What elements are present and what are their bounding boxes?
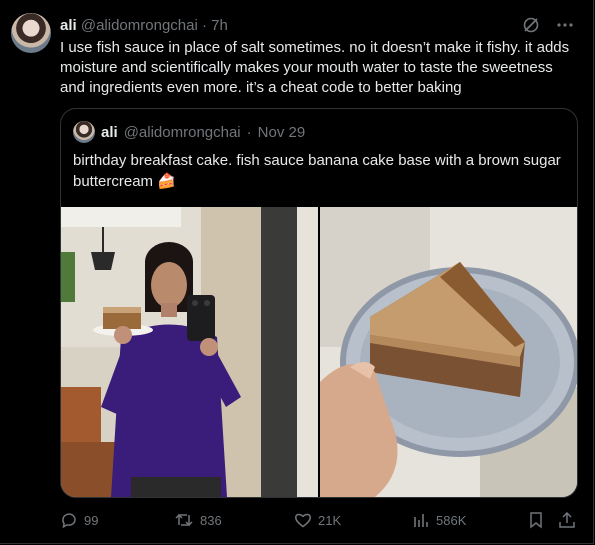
more-icon[interactable] [555, 14, 575, 36]
bookmark-icon [530, 512, 542, 529]
repost-icon [175, 513, 193, 527]
bookmark-button[interactable] [528, 508, 544, 532]
action-bar: 99 836 21K 586K [60, 508, 580, 532]
views-button[interactable]: 586K [412, 508, 466, 532]
author-handle[interactable]: @alidomrongchai [81, 17, 198, 34]
like-count: 21K [318, 512, 342, 528]
quoted-author-name[interactable]: ali [101, 124, 118, 141]
share-button[interactable] [558, 508, 576, 532]
quoted-author-handle[interactable]: @alidomrongchai [124, 124, 241, 141]
author-name[interactable]: ali [60, 17, 77, 34]
reply-button[interactable]: 99 [60, 508, 98, 532]
avatar[interactable] [11, 13, 51, 53]
post-header: ali @alidomrongchai · 7h [60, 16, 228, 36]
grok-icon[interactable] [521, 14, 541, 36]
like-button[interactable]: 21K [294, 508, 341, 532]
photo-selfie-with-cake[interactable] [61, 207, 318, 497]
quoted-post-header: ali @alidomrongchai · Nov 29 [73, 121, 305, 143]
repost-button[interactable]: 836 [174, 508, 222, 532]
like-icon [295, 513, 311, 528]
post-time[interactable]: 7h [211, 17, 228, 34]
quoted-separator-dot: · [246, 123, 252, 141]
post-text: I use fish sauce in place of salt someti… [60, 39, 570, 96]
quoted-post[interactable]: ali @alidomrongchai · Nov 29 birthday br… [60, 108, 578, 498]
quoted-avatar[interactable] [73, 121, 95, 143]
views-icon [414, 514, 428, 527]
quoted-post-text: birthday breakfast cake. fish sauce bana… [73, 152, 561, 190]
post-container: ali @alidomrongchai · 7h I use fish sauc… [0, 0, 594, 544]
repost-count: 836 [200, 512, 222, 528]
reply-count: 99 [84, 512, 99, 528]
share-icon [559, 511, 575, 528]
post-top-icons [521, 14, 575, 36]
view-count: 586K [436, 512, 467, 528]
reply-icon [62, 513, 76, 529]
quoted-post-date[interactable]: Nov 29 [258, 124, 306, 141]
separator-dot: · [201, 17, 207, 34]
photo-cake-slice[interactable] [320, 207, 577, 497]
